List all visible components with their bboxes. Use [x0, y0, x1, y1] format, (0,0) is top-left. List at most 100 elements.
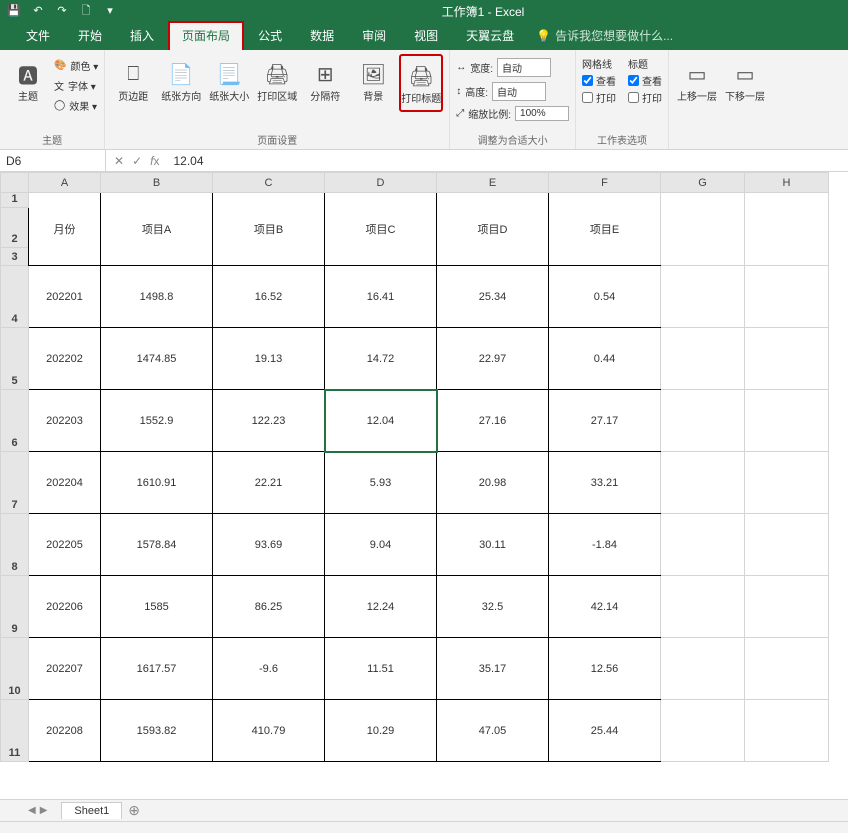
gridlines-print-checkbox[interactable]: 打印 — [582, 90, 616, 105]
row-header[interactable]: 9 — [1, 576, 29, 638]
margins-button[interactable]: ⎕页边距 — [111, 54, 155, 108]
grid-cell[interactable] — [661, 576, 745, 638]
background-button[interactable]: 🖼背景 — [351, 54, 395, 108]
bring-forward-button[interactable]: ▭上移一层 — [675, 54, 719, 108]
grid-cell[interactable] — [661, 266, 745, 328]
row-header[interactable]: 1 — [1, 193, 29, 208]
grid-cell[interactable]: 86.25 — [213, 576, 325, 638]
grid-cell[interactable]: 16.41 — [325, 266, 437, 328]
print-area-button[interactable]: 🖨打印区域 — [255, 54, 299, 108]
grid-cell[interactable]: 9.04 — [325, 514, 437, 576]
select-all-cell[interactable] — [1, 173, 29, 193]
themes-button[interactable]: 🅰 主题 — [6, 54, 50, 108]
column-header[interactable]: C — [213, 173, 325, 193]
grid-cell[interactable]: 32.5 — [437, 576, 549, 638]
sheet-tab-active[interactable]: Sheet1 — [61, 802, 122, 819]
row-header[interactable]: 4 — [1, 266, 29, 328]
size-button[interactable]: 📃纸张大小 — [207, 54, 251, 108]
grid-cell[interactable] — [745, 390, 829, 452]
theme-fonts-button[interactable]: 文字体 ▾ — [54, 78, 98, 93]
header-cell[interactable]: 项目E — [549, 193, 661, 266]
grid-cell[interactable]: 27.16 — [437, 390, 549, 452]
tab-home[interactable]: 开始 — [64, 21, 116, 50]
row-header[interactable]: 2 — [1, 208, 29, 248]
theme-colors-button[interactable]: 🎨颜色 ▾ — [54, 58, 98, 73]
new-doc-icon[interactable]: 🗋 — [78, 3, 94, 19]
grid-cell[interactable]: 14.72 — [325, 328, 437, 390]
column-header[interactable]: E — [437, 173, 549, 193]
grid-cell[interactable]: 25.34 — [437, 266, 549, 328]
width-select[interactable]: 自动 — [497, 58, 551, 77]
grid-cell[interactable] — [745, 266, 829, 328]
tab-view[interactable]: 视图 — [400, 21, 452, 50]
sheet-nav-prev-icon[interactable]: ◀ — [28, 805, 36, 816]
grid-cell[interactable]: 202208 — [29, 700, 101, 762]
grid-cell[interactable]: 12.24 — [325, 576, 437, 638]
column-header[interactable]: A — [29, 173, 101, 193]
grid-cell[interactable]: 1578.84 — [101, 514, 213, 576]
grid-cell[interactable]: 1593.82 — [101, 700, 213, 762]
tab-cloud-disk[interactable]: 天翼云盘 — [452, 21, 528, 50]
grid-cell[interactable]: -9.6 — [213, 638, 325, 700]
row-header[interactable]: 3 — [1, 248, 29, 266]
grid-cell[interactable]: 1498.8 — [101, 266, 213, 328]
grid-cell[interactable]: 12.56 — [549, 638, 661, 700]
tab-data[interactable]: 数据 — [296, 21, 348, 50]
row-header[interactable]: 6 — [1, 390, 29, 452]
save-icon[interactable]: 💾 — [6, 3, 22, 19]
grid-cell[interactable]: 202203 — [29, 390, 101, 452]
theme-effects-button[interactable]: ◯效果 ▾ — [54, 98, 98, 113]
header-cell[interactable]: 月份 — [29, 193, 101, 266]
grid-cell[interactable]: 19.13 — [213, 328, 325, 390]
grid-cell[interactable] — [745, 328, 829, 390]
undo-icon[interactable]: ↶ — [30, 3, 46, 19]
grid-cell[interactable]: 25.44 — [549, 700, 661, 762]
header-cell[interactable]: 项目C — [325, 193, 437, 266]
grid-cell[interactable]: 202204 — [29, 452, 101, 514]
grid-cell[interactable] — [661, 452, 745, 514]
grid-cell[interactable]: 1474.85 — [101, 328, 213, 390]
column-header[interactable]: G — [661, 173, 745, 193]
row-header[interactable]: 5 — [1, 328, 29, 390]
grid-cell[interactable]: 202202 — [29, 328, 101, 390]
column-header[interactable]: D — [325, 173, 437, 193]
grid-cell[interactable] — [745, 514, 829, 576]
grid-cell[interactable] — [661, 514, 745, 576]
row-header[interactable]: 8 — [1, 514, 29, 576]
grid-cell[interactable]: 10.29 — [325, 700, 437, 762]
grid-cell[interactable] — [661, 638, 745, 700]
tab-page-layout[interactable]: 页面布局 — [168, 21, 244, 50]
grid-cell[interactable]: 20.98 — [437, 452, 549, 514]
qat-dropdown-icon[interactable]: ▾ — [102, 3, 118, 19]
enter-icon[interactable]: ✓ — [132, 154, 142, 168]
grid-cell[interactable]: 0.44 — [549, 328, 661, 390]
grid-cell[interactable]: 11.51 — [325, 638, 437, 700]
tab-formulas[interactable]: 公式 — [244, 21, 296, 50]
grid-cell[interactable]: 1585 — [101, 576, 213, 638]
send-backward-button[interactable]: ▭下移一层 — [723, 54, 767, 108]
cancel-icon[interactable]: ✕ — [114, 154, 124, 168]
orientation-button[interactable]: 📄纸张方向 — [159, 54, 203, 108]
grid-cell[interactable]: 1617.57 — [101, 638, 213, 700]
grid-cell[interactable] — [745, 638, 829, 700]
grid-cell[interactable]: 22.97 — [437, 328, 549, 390]
grid-cell[interactable]: 27.17 — [549, 390, 661, 452]
grid-cell[interactable]: 0.54 — [549, 266, 661, 328]
grid-cell[interactable]: 202201 — [29, 266, 101, 328]
print-titles-button[interactable]: 🖨打印标题 — [399, 54, 443, 112]
grid-cell[interactable]: 1610.91 — [101, 452, 213, 514]
row-header[interactable]: 11 — [1, 700, 29, 762]
tab-file[interactable]: 文件 — [12, 21, 64, 50]
redo-icon[interactable]: ↷ — [54, 3, 70, 19]
breaks-button[interactable]: ⊞分隔符 — [303, 54, 347, 108]
gridlines-view-checkbox[interactable]: 查看 — [582, 73, 616, 88]
grid-cell[interactable]: 16.52 — [213, 266, 325, 328]
grid-cell[interactable]: 22.21 — [213, 452, 325, 514]
grid-cell[interactable]: 1552.9 — [101, 390, 213, 452]
grid-cell[interactable]: 33.21 — [549, 452, 661, 514]
grid-cell[interactable] — [661, 390, 745, 452]
row-header[interactable]: 7 — [1, 452, 29, 514]
header-cell[interactable]: 项目B — [213, 193, 325, 266]
spreadsheet-grid[interactable]: ABCDEFGH1月份项目A项目B项目C项目D项目E2342022011498.… — [0, 172, 848, 788]
column-header[interactable]: H — [745, 173, 829, 193]
